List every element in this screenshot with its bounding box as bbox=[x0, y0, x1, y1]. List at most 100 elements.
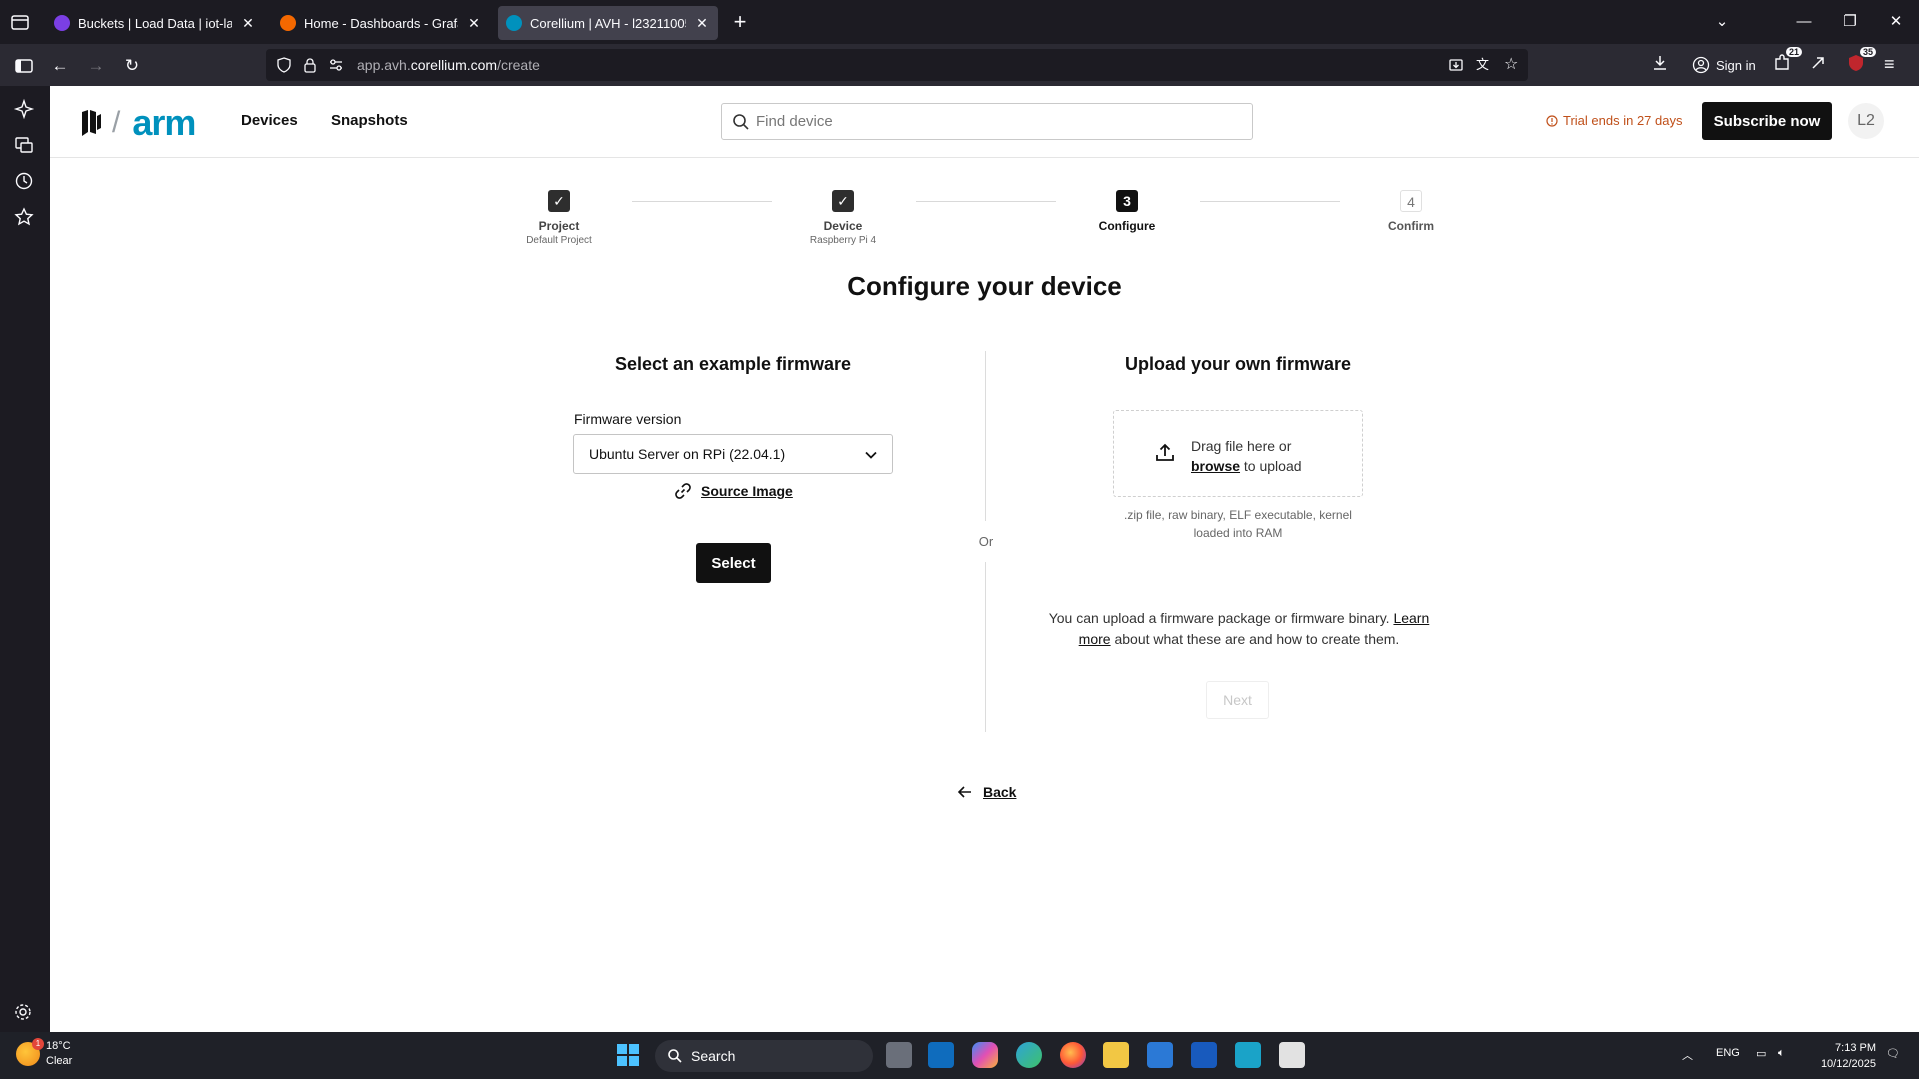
step-confirm: 4 Confirm bbox=[1341, 190, 1481, 233]
tab-title: Buckets | Load Data | iot-lab | I bbox=[78, 15, 232, 31]
trial-text: Trial ends in 27 days bbox=[1563, 113, 1683, 128]
tray-chevron-up-icon[interactable]: ︿ bbox=[1682, 1047, 1693, 1063]
nav-snapshots-link[interactable]: Snapshots bbox=[331, 112, 408, 129]
bookmarks-star-icon[interactable] bbox=[13, 206, 37, 230]
list-all-tabs-icon[interactable] bbox=[8, 10, 32, 34]
edge-icon[interactable] bbox=[1016, 1042, 1042, 1068]
history-clock-icon[interactable] bbox=[13, 170, 37, 194]
app-header: / arm Devices Snapshots Trial ends in 27… bbox=[50, 86, 1919, 158]
step-configure: 3 Configure bbox=[1057, 190, 1197, 233]
bookmark-star-icon[interactable]: ☆ bbox=[1504, 57, 1520, 73]
tab-overflow-chevron-icon[interactable]: ⌄ bbox=[1708, 8, 1736, 36]
clock-time: 7:13 PM bbox=[1835, 1042, 1876, 1054]
or-separator: Or bbox=[978, 534, 994, 549]
user-avatar[interactable]: L2 bbox=[1848, 103, 1884, 139]
close-tab-icon[interactable]: ✕ bbox=[466, 15, 482, 31]
lock-icon[interactable] bbox=[302, 57, 318, 73]
forward-arrow-icon[interactable]: → bbox=[82, 52, 110, 80]
sign-in-button[interactable]: Sign in bbox=[1688, 50, 1760, 80]
ai-chatbot-icon[interactable] bbox=[13, 98, 37, 122]
taskbar-clock[interactable]: 7:13 PM 10/12/2025 bbox=[1808, 1040, 1876, 1072]
source-image-text: Source Image bbox=[701, 483, 793, 499]
taskbar-search[interactable]: Search bbox=[655, 1040, 873, 1072]
next-button[interactable]: Next bbox=[1206, 681, 1269, 719]
snipping-tool-icon[interactable] bbox=[1279, 1042, 1305, 1068]
weather-widget[interactable]: 1 18°C Clear bbox=[16, 1038, 72, 1069]
language-indicator[interactable]: ENG bbox=[1716, 1047, 1740, 1059]
firefox-icon[interactable] bbox=[1060, 1042, 1086, 1068]
logo-divider: / bbox=[112, 106, 121, 139]
select-button[interactable]: Select bbox=[696, 543, 771, 583]
corellium-page: / arm Devices Snapshots Trial ends in 27… bbox=[50, 86, 1919, 1032]
permissions-icon[interactable] bbox=[328, 57, 344, 73]
notifications-icon[interactable]: 🗨︎ bbox=[1886, 1047, 1900, 1060]
extensions-puzzle-icon[interactable]: 21 bbox=[1772, 47, 1802, 77]
downloads-icon[interactable] bbox=[1650, 53, 1674, 77]
browser-tab-grafana[interactable]: Home - Dashboards - Grafana ✕ bbox=[272, 6, 490, 40]
step-label: Confirm bbox=[1388, 219, 1434, 233]
browser-tab-corellium[interactable]: Corellium | AVH - l23211005@t ✕ bbox=[498, 6, 718, 40]
close-tab-icon[interactable]: ✕ bbox=[240, 15, 256, 31]
windows-start-icon[interactable] bbox=[615, 1042, 641, 1068]
sidebar-toggle-icon[interactable] bbox=[10, 52, 38, 80]
step-device: ✓ Device Raspberry Pi 4 bbox=[773, 190, 913, 246]
firmware-selected-value: Ubuntu Server on RPi (22.04.1) bbox=[589, 446, 786, 462]
step-sub: Default Project bbox=[526, 235, 592, 246]
addons-icon[interactable] bbox=[1808, 53, 1832, 77]
learn-more-link[interactable]: more bbox=[1079, 631, 1111, 647]
reload-icon[interactable]: ↻ bbox=[118, 52, 146, 80]
upload-icon bbox=[1156, 443, 1174, 461]
hint-line: loaded into RAM bbox=[1193, 526, 1283, 540]
sidebar-settings-gear-icon[interactable] bbox=[13, 1002, 37, 1026]
checkmark-icon: ✓ bbox=[832, 190, 854, 212]
nav-devices-link[interactable]: Devices bbox=[241, 112, 298, 129]
new-tab-icon[interactable]: + bbox=[728, 10, 752, 34]
outlook-icon[interactable] bbox=[928, 1042, 954, 1068]
windows-taskbar: 1 18°C Clear Search ︿ ENG ▭ 🔈︎ 7:13 PM 10… bbox=[0, 1032, 1919, 1079]
app-menu-icon[interactable]: ≡ bbox=[1884, 53, 1908, 77]
step-label: Configure bbox=[1098, 219, 1156, 233]
copilot-icon[interactable] bbox=[972, 1042, 998, 1068]
browser-sidebar bbox=[0, 86, 50, 1032]
url-bar[interactable]: app.avh.corellium.com/create 文 ☆ bbox=[266, 49, 1528, 81]
trial-notice: Trial ends in 27 days bbox=[1546, 113, 1682, 128]
url-text[interactable]: app.avh.corellium.com/create bbox=[357, 57, 540, 73]
microsoft-store-icon[interactable] bbox=[1147, 1042, 1173, 1068]
word-icon[interactable] bbox=[1191, 1042, 1217, 1068]
learn-more-link[interactable]: Learn bbox=[1393, 610, 1429, 626]
column-divider bbox=[985, 562, 986, 732]
browser-tab-influx[interactable]: Buckets | Load Data | iot-lab | I ✕ bbox=[46, 6, 264, 40]
to-upload-text: to upload bbox=[1243, 458, 1302, 474]
corellium-arm-logo[interactable]: / arm bbox=[80, 102, 196, 143]
firmware-version-select[interactable]: Ubuntu Server on RPi (22.04.1) bbox=[573, 434, 893, 474]
back-link[interactable]: Back bbox=[957, 784, 1016, 800]
search-icon bbox=[733, 114, 749, 130]
step-number: 4 bbox=[1400, 190, 1422, 212]
file-explorer-icon[interactable] bbox=[1103, 1042, 1129, 1068]
back-arrow-icon[interactable]: ← bbox=[46, 52, 74, 80]
subscribe-now-button[interactable]: Subscribe now bbox=[1702, 102, 1832, 140]
volume-icon[interactable]: 🔈︎ bbox=[1778, 1047, 1785, 1060]
source-image-link[interactable]: Source Image bbox=[673, 481, 793, 501]
tracking-shield-icon[interactable] bbox=[276, 57, 292, 73]
search-input[interactable] bbox=[756, 104, 1236, 139]
search-icon bbox=[668, 1049, 682, 1063]
ublock-shield-icon[interactable]: 35 bbox=[1846, 47, 1876, 77]
corellium-favicon-icon bbox=[506, 15, 522, 31]
restore-icon[interactable]: ❐ bbox=[1836, 8, 1864, 36]
translate-icon[interactable]: 文 bbox=[1476, 57, 1492, 73]
firmware-version-label: Firmware version bbox=[574, 411, 682, 427]
save-to-pocket-icon[interactable] bbox=[1448, 57, 1464, 73]
url-path: /create bbox=[497, 57, 540, 73]
browse-link[interactable]: browse bbox=[1191, 458, 1240, 474]
synced-tabs-icon[interactable] bbox=[13, 134, 37, 158]
task-view-icon[interactable] bbox=[886, 1042, 912, 1068]
minimize-icon[interactable]: — bbox=[1790, 8, 1818, 36]
firmware-dropzone[interactable]: Drag file here or browse to upload bbox=[1113, 410, 1363, 497]
upload-info-text: You can upload a firmware package or fir… bbox=[1029, 608, 1449, 650]
close-tab-icon[interactable]: ✕ bbox=[694, 15, 710, 31]
network-icon[interactable]: ▭ bbox=[1756, 1047, 1766, 1060]
calculator-icon[interactable] bbox=[1235, 1042, 1261, 1068]
arm-logo-text: arm bbox=[132, 102, 196, 143]
close-window-icon[interactable]: ✕ bbox=[1882, 8, 1910, 36]
